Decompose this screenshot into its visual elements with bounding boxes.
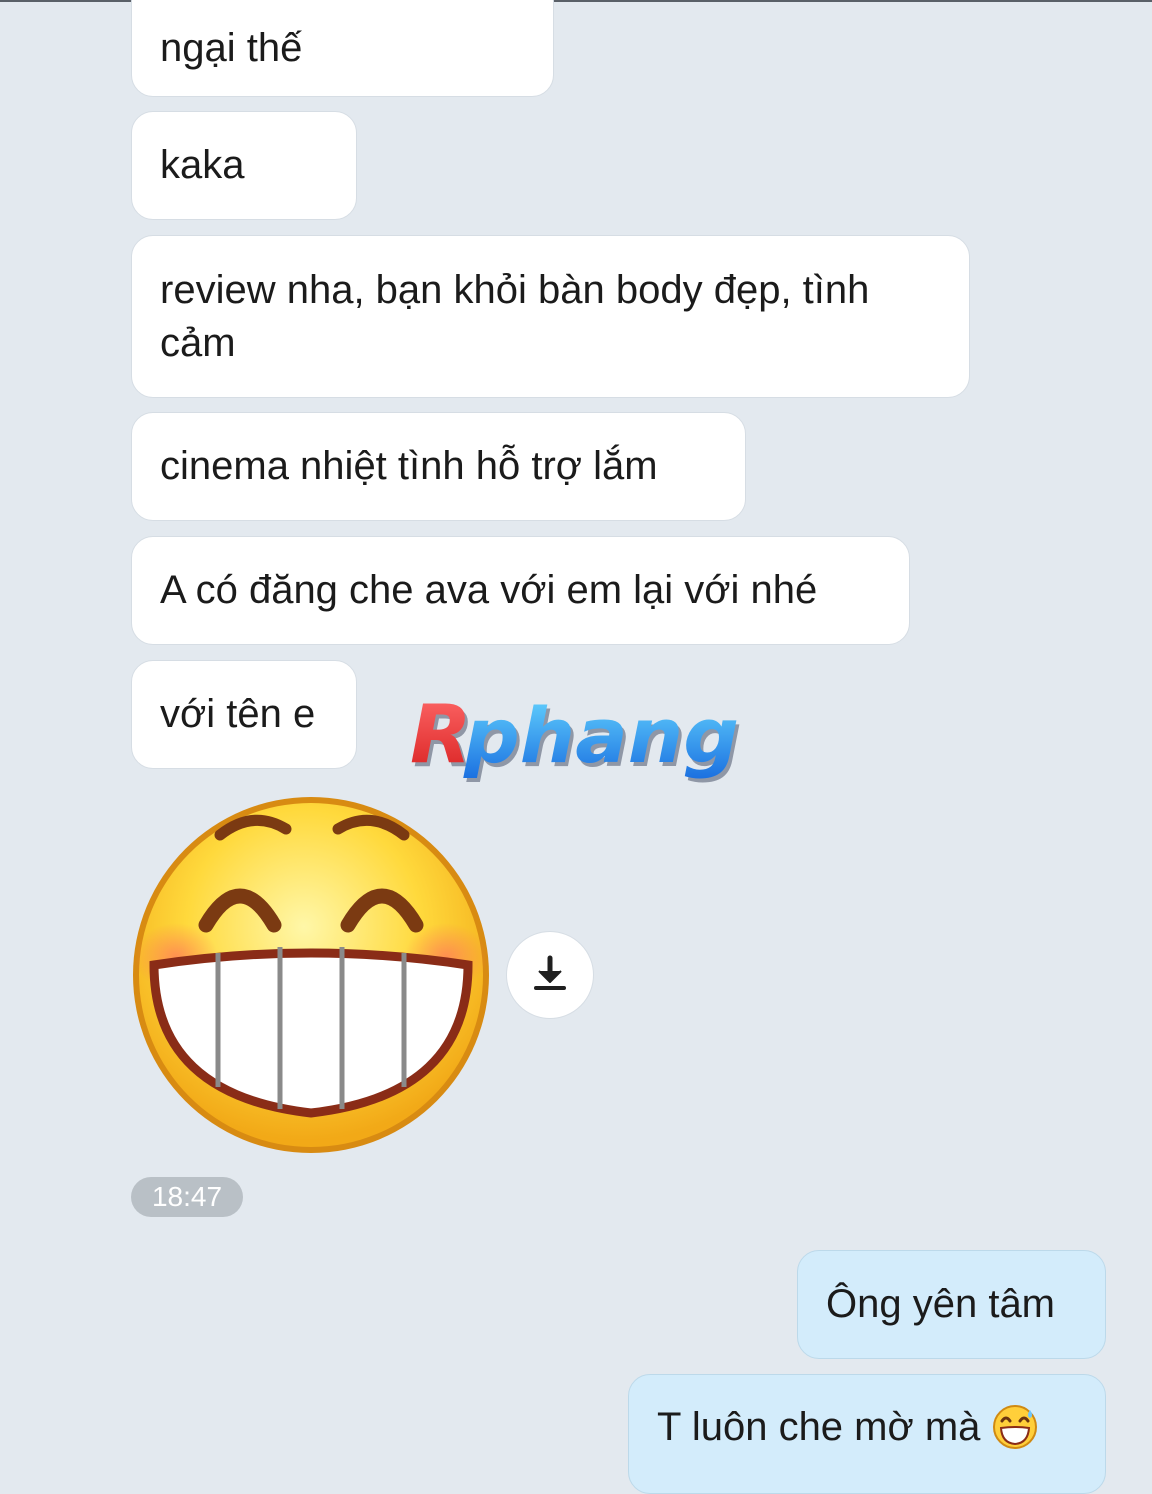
timestamp-text: 18:47 [151, 1181, 223, 1212]
message-text: review nha, bạn khỏi bàn body đẹp, tình … [160, 268, 870, 365]
big-grin-emoji[interactable] [128, 795, 494, 1155]
message-bubble-outgoing[interactable]: Ông yên tâm [797, 1250, 1106, 1359]
message-bubble-incoming[interactable]: cinema nhiệt tình hỗ trợ lắm [131, 412, 746, 521]
message-text: Ông yên tâm [826, 1282, 1056, 1326]
svg-text:phang: phang [463, 691, 739, 780]
message-text: cinema nhiệt tình hỗ trợ lắm [160, 444, 658, 488]
message-text: kaka [160, 143, 245, 187]
message-text: A có đăng che ava với em lại với nhé [160, 568, 818, 612]
message-bubble-outgoing[interactable]: T luôn che mờ mà [628, 1374, 1106, 1494]
message-bubble-incoming[interactable]: với tên e [131, 660, 357, 769]
watermark-logo: R R phang phang [402, 690, 752, 790]
message-text: với tên e [160, 692, 316, 736]
message-text: ngại thế [160, 26, 303, 70]
laughing-sweat-emoji [992, 1404, 1038, 1450]
download-arrow-icon [530, 953, 570, 998]
message-timestamp: 18:47 [131, 1177, 243, 1217]
svg-text:R: R [410, 690, 472, 781]
download-button[interactable] [506, 931, 594, 1019]
message-bubble-incoming[interactable]: A có đăng che ava với em lại với nhé [131, 536, 910, 645]
message-text: T luôn che mờ mà [657, 1404, 981, 1449]
message-bubble-incoming[interactable]: kaka [131, 111, 357, 220]
message-bubble-incoming[interactable]: ngại thế [131, 0, 554, 97]
message-bubble-incoming[interactable]: review nha, bạn khỏi bàn body đẹp, tình … [131, 235, 970, 398]
